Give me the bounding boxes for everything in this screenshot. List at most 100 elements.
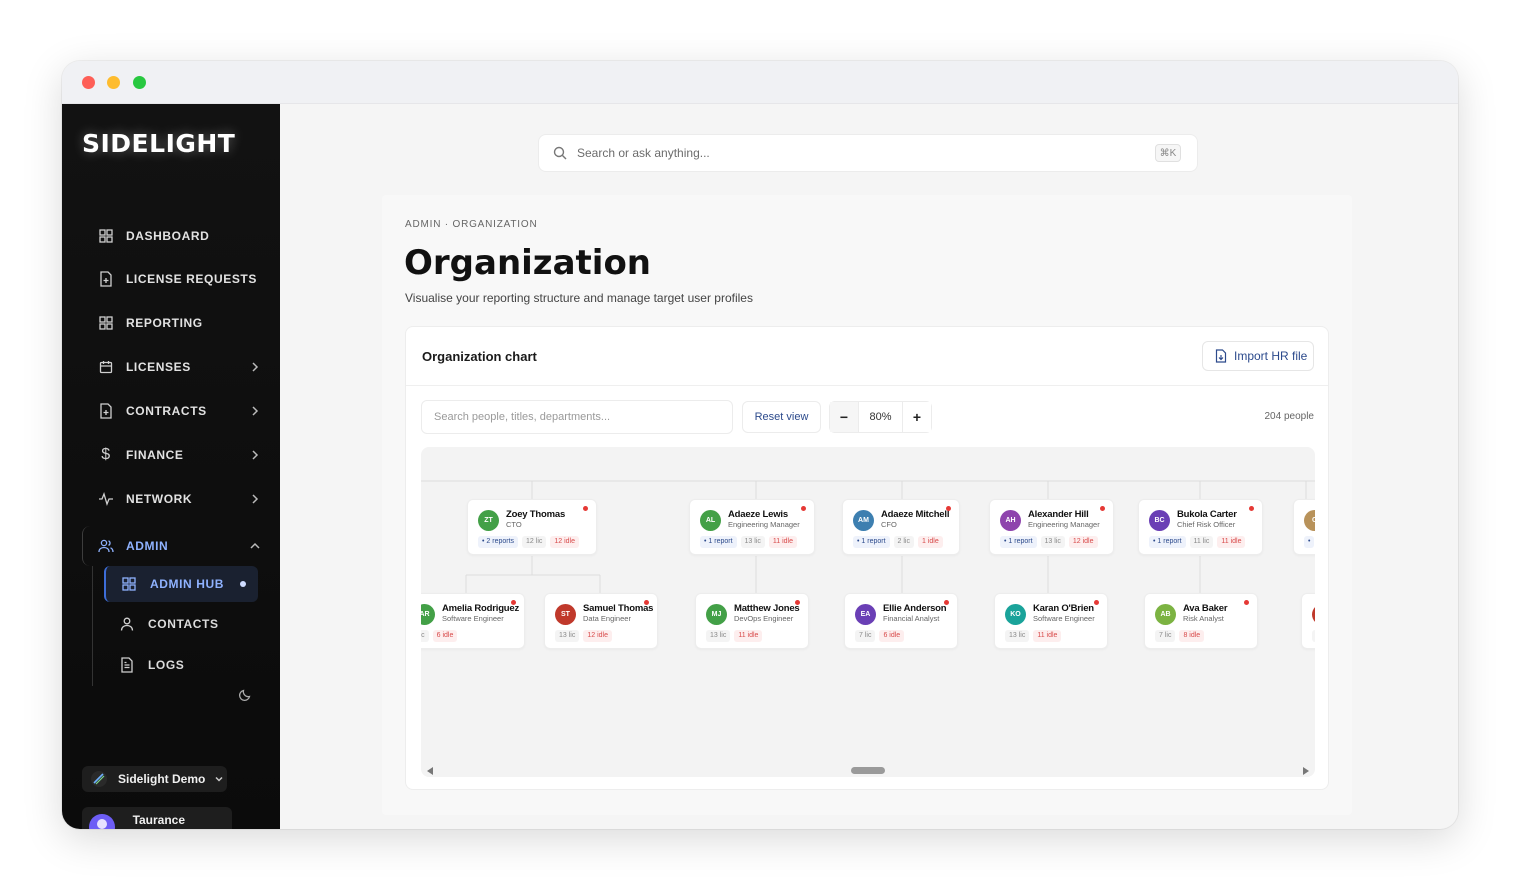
- org-node-ava-baker[interactable]: AB Ava Baker Risk Analyst 7 lic 8 idle: [1144, 593, 1258, 649]
- grid-icon: [120, 575, 138, 593]
- person-name: Alexander Hill: [1028, 509, 1089, 520]
- person-role: Engineering Manager: [728, 520, 800, 529]
- sidebar-item-label: CONTACTS: [148, 617, 219, 631]
- horizontal-scrollbar[interactable]: [421, 764, 1315, 778]
- avatar: EA: [855, 604, 876, 625]
- sidebar-item-label: ADMIN: [126, 539, 169, 553]
- chevron-right-icon: [252, 362, 259, 372]
- org-chart-card: Organization chart Import HR file Search…: [405, 326, 1329, 790]
- zoom-in-button[interactable]: +: [903, 402, 931, 432]
- idle-chip: 12 idle: [1068, 536, 1098, 548]
- workspace-switcher[interactable]: Sidelight Demo: [82, 766, 227, 792]
- sidebar-item-admin-hub[interactable]: ADMIN HUB: [104, 566, 258, 602]
- reports-chip: • 1 report: [1149, 536, 1186, 548]
- avatar: AH: [1000, 510, 1021, 531]
- user-profile-button[interactable]: Taurance Robnett: [82, 807, 232, 829]
- avatar: KO: [1005, 604, 1026, 625]
- title-bar: [62, 61, 1458, 104]
- person-name: Matthew Jones: [734, 603, 800, 614]
- sidebar-item-admin[interactable]: ADMIN: [82, 531, 262, 561]
- sidebar-item-network[interactable]: NETWORK: [82, 484, 262, 514]
- org-node-adaeze-mitchell[interactable]: AM Adaeze Mitchell CFO • 1 report 2 lic …: [842, 499, 960, 555]
- org-node-amelia-rodriguez[interactable]: AR Amelia Rodriguez Software Engineer li…: [421, 593, 525, 649]
- close-window-button[interactable]: [82, 76, 95, 89]
- org-node-adaeze-lewis[interactable]: AL Adaeze Lewis Engineering Manager • 1 …: [689, 499, 815, 555]
- sidebar-item-contracts[interactable]: CONTRACTS: [82, 396, 262, 426]
- people-search-placeholder: Search people, titles, departments...: [434, 411, 611, 423]
- license-chip: 11 lic: [1189, 536, 1214, 548]
- users-icon: [94, 537, 118, 555]
- import-hr-file-button[interactable]: Import HR file: [1202, 341, 1314, 371]
- idle-chip: 6 idle: [879, 630, 905, 642]
- license-chip: 13 lic: [1005, 630, 1030, 642]
- org-node-partial[interactable]: C •: [1293, 499, 1315, 555]
- sidebar-item-dashboard[interactable]: DASHBOARD: [82, 221, 262, 251]
- global-search-input[interactable]: Search or ask anything... ⌘K: [538, 134, 1198, 172]
- file-plus-icon: [94, 270, 118, 288]
- reports-chip: • 2 reports: [478, 536, 519, 548]
- sidebar-item-licenses[interactable]: LICENSES: [82, 352, 262, 382]
- document-icon: [118, 656, 136, 674]
- sidebar-item-license-requests[interactable]: LICENSE REQUESTS: [82, 264, 262, 294]
- avatar: C: [1304, 510, 1315, 531]
- brand-logo[interactable]: SIDELIGHT: [82, 129, 235, 158]
- person-name: Adaeze Mitchell: [881, 509, 950, 520]
- org-node-ellie-anderson[interactable]: EA Ellie Anderson Financial Analyst 7 li…: [844, 593, 958, 649]
- reports-chip: •: [1304, 536, 1315, 548]
- alert-dot: [946, 506, 951, 511]
- sidebar-item-contacts[interactable]: CONTACTS: [104, 606, 258, 642]
- alert-dot: [1244, 600, 1249, 605]
- org-node-partial[interactable]: A 8 l: [1301, 593, 1315, 649]
- scroll-left-arrow-icon[interactable]: [427, 767, 433, 775]
- zoom-level: 80%: [858, 402, 903, 432]
- org-node-alexander-hill[interactable]: AH Alexander Hill Engineering Manager • …: [989, 499, 1114, 555]
- sidebar: SIDELIGHT DASHBOARD LICENSE REQUESTS REP…: [62, 104, 280, 829]
- maximize-window-button[interactable]: [133, 76, 146, 89]
- user-icon: [118, 615, 136, 633]
- reset-view-button[interactable]: Reset view: [742, 401, 821, 433]
- org-node-karan-obrien[interactable]: KO Karan O'Brien Software Engineer 13 li…: [994, 593, 1108, 649]
- sidebar-item-label: LICENSE REQUESTS: [126, 272, 257, 286]
- zoom-control: − 80% +: [829, 401, 932, 433]
- avatar: A: [1312, 604, 1315, 625]
- zoom-out-button[interactable]: −: [830, 402, 858, 432]
- idle-chip: 11 idle: [1033, 630, 1062, 642]
- alert-dot: [583, 506, 588, 511]
- divider: [406, 385, 1328, 386]
- idle-chip: 12 idle: [550, 536, 580, 548]
- alert-dot: [644, 600, 649, 605]
- person-name: Ava Baker: [1183, 603, 1228, 614]
- page-title: Organization: [404, 243, 652, 283]
- person-name: Samuel Thomas: [583, 603, 654, 614]
- moon-icon[interactable]: [238, 688, 252, 702]
- alert-dot: [1094, 600, 1099, 605]
- person-name: Ellie Anderson: [883, 603, 947, 614]
- person-role: Data Engineer: [583, 614, 631, 623]
- org-node-samuel-thomas[interactable]: ST Samuel Thomas Data Engineer 13 lic 12…: [544, 593, 658, 649]
- avatar: MJ: [706, 604, 727, 625]
- scroll-right-arrow-icon[interactable]: [1303, 767, 1309, 775]
- person-role: Risk Analyst: [1183, 614, 1224, 623]
- idle-chip: 11 idle: [1217, 536, 1246, 548]
- license-chip: 13 lic: [740, 536, 765, 548]
- avatar: AM: [853, 510, 874, 531]
- org-node-matthew-jones[interactable]: MJ Matthew Jones DevOps Engineer 13 lic …: [695, 593, 809, 649]
- person-name: Amelia Rodriguez: [442, 603, 520, 614]
- org-node-bukola-carter[interactable]: BC Bukola Carter Chief Risk Officer • 1 …: [1138, 499, 1263, 555]
- person-role: Engineering Manager: [1028, 520, 1100, 529]
- sidebar-item-logs[interactable]: LOGS: [104, 647, 258, 683]
- sidebar-item-finance[interactable]: $ FINANCE: [82, 440, 262, 470]
- people-search-input[interactable]: Search people, titles, departments...: [421, 400, 733, 434]
- search-placeholder: Search or ask anything...: [577, 146, 710, 160]
- org-node-zoey-thomas[interactable]: ZT Zoey Thomas CTO • 2 reports 12 lic 12…: [467, 499, 597, 555]
- sidebar-item-reporting[interactable]: REPORTING: [82, 308, 262, 338]
- org-chart-canvas[interactable]: ZT Zoey Thomas CTO • 2 reports 12 lic 12…: [421, 447, 1315, 777]
- person-role: DevOps Engineer: [734, 614, 794, 623]
- license-chip: 12 lic: [522, 536, 547, 548]
- scrollbar-thumb[interactable]: [851, 767, 885, 774]
- license-chip: 7 lic: [855, 630, 876, 642]
- avatar: AR: [421, 604, 435, 625]
- card-title: Organization chart: [422, 349, 537, 364]
- alert-dot: [795, 600, 800, 605]
- minimize-window-button[interactable]: [107, 76, 120, 89]
